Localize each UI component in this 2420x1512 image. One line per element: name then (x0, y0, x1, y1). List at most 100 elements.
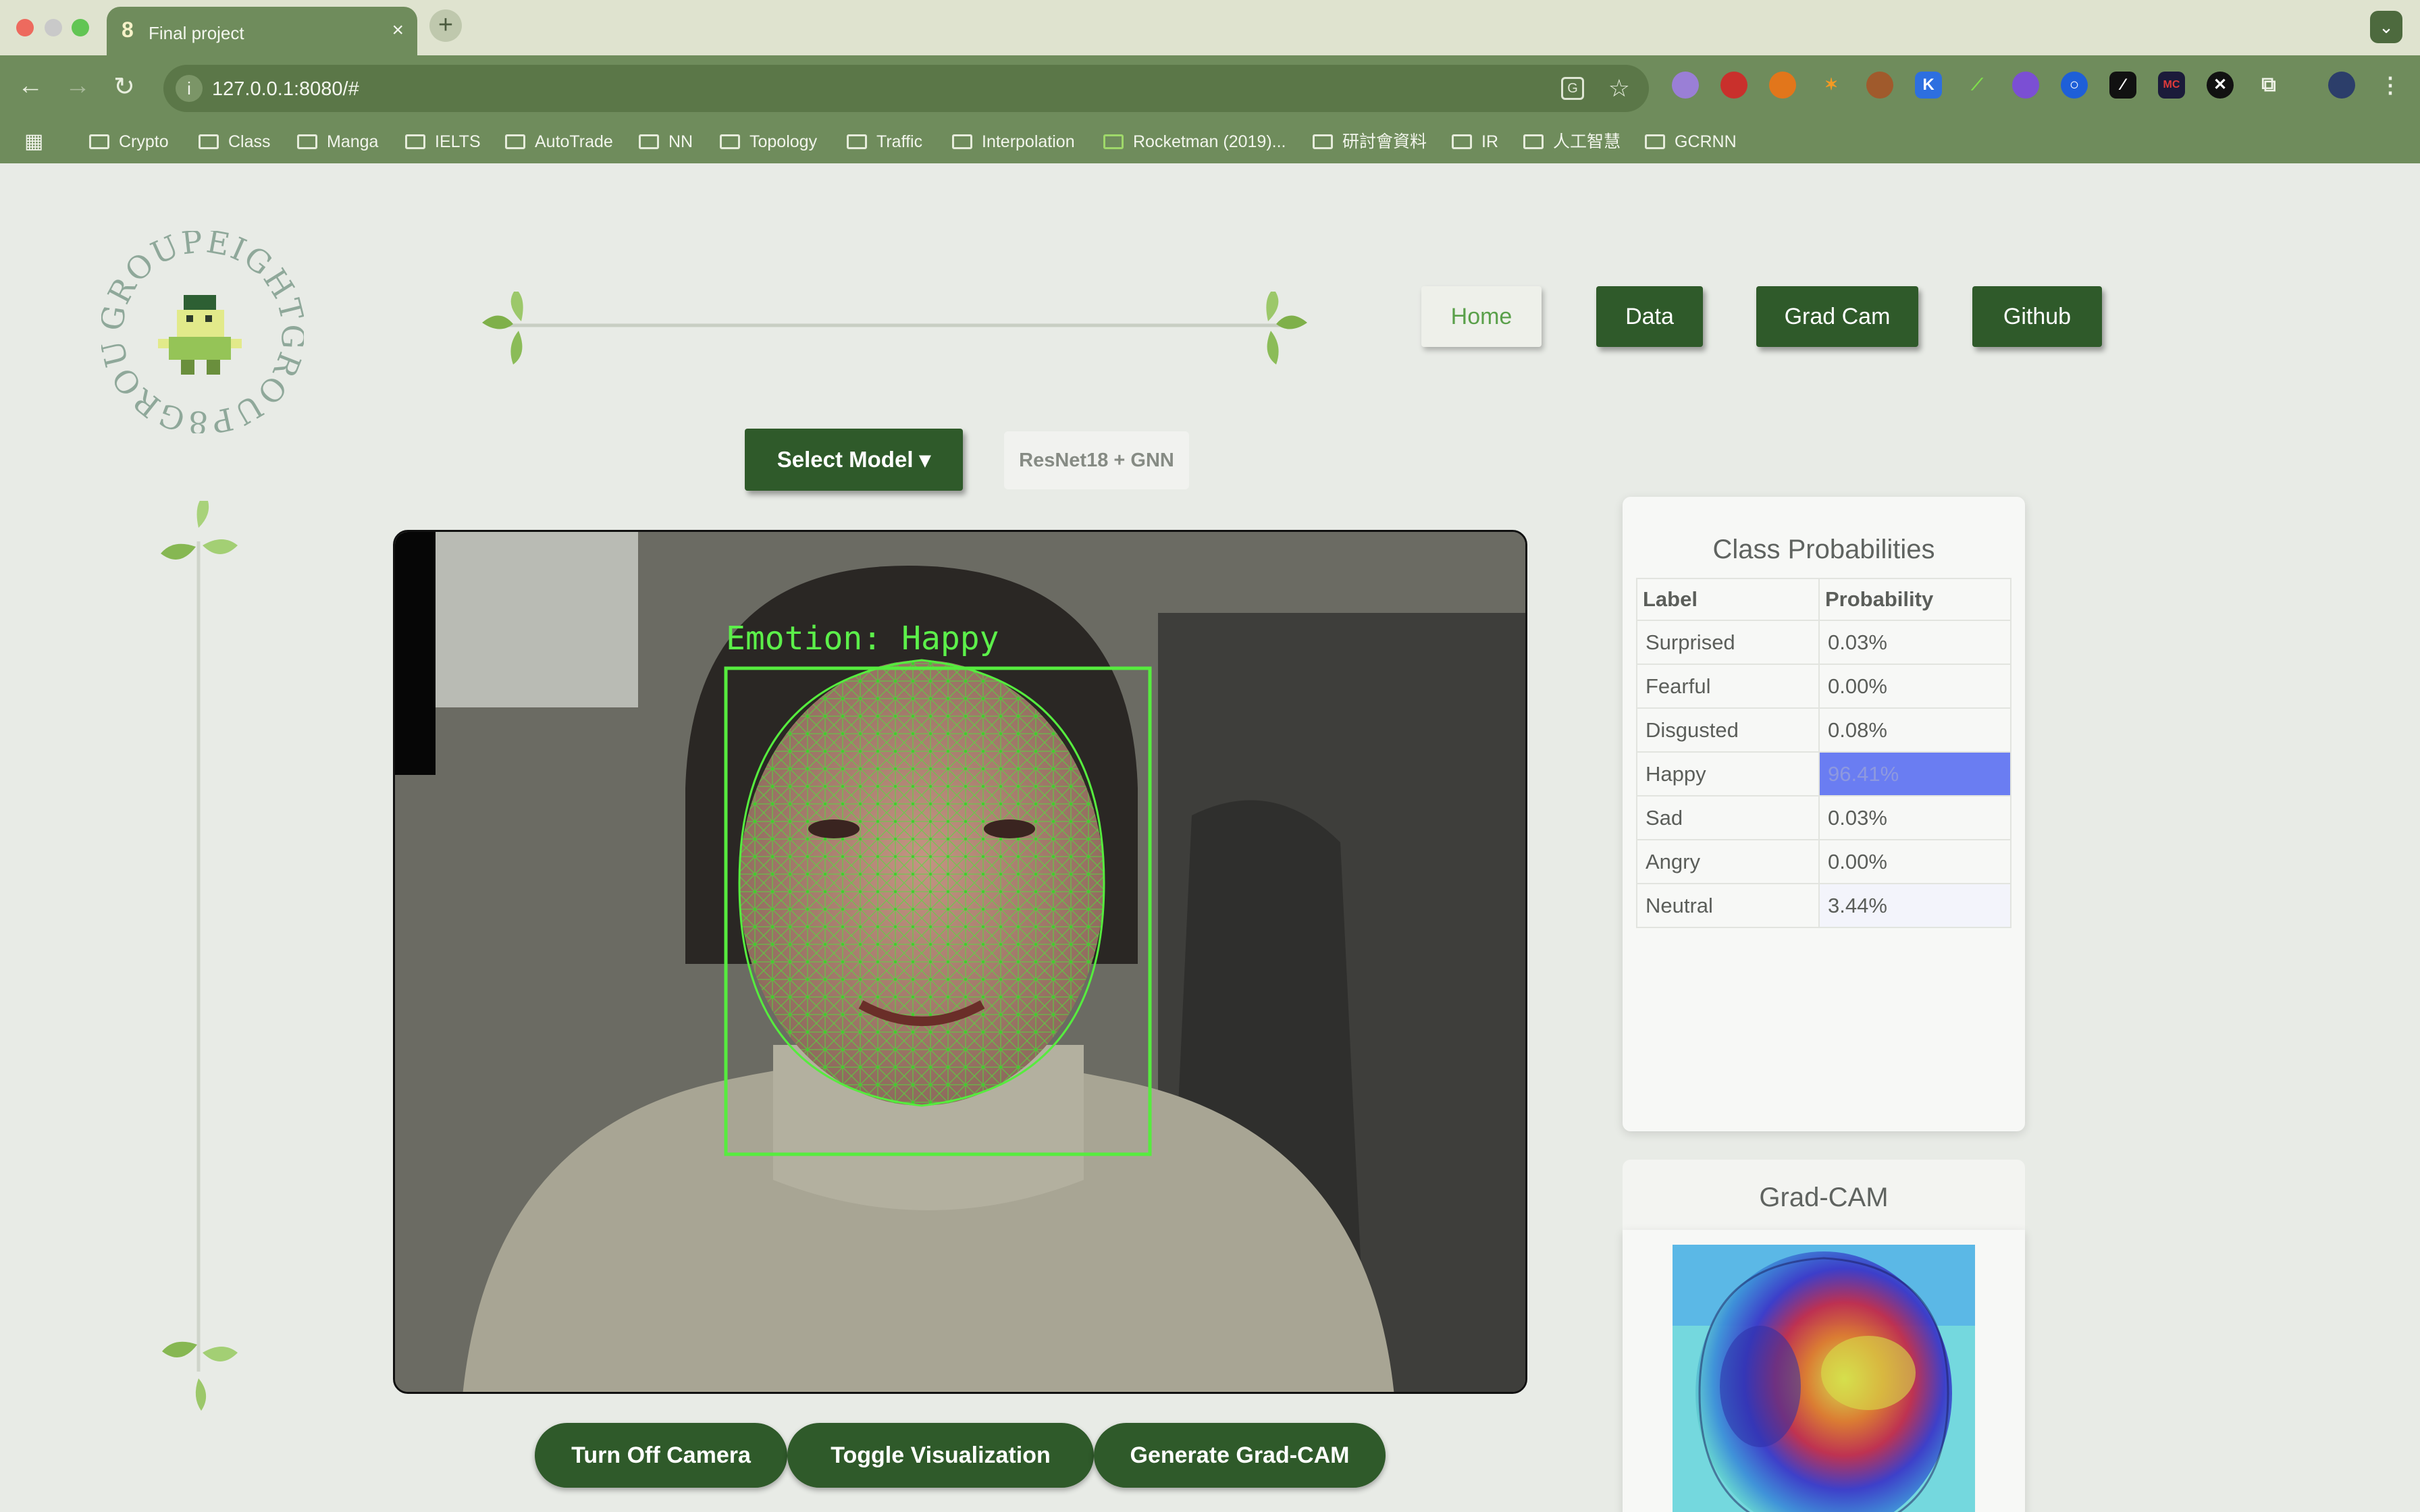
turn-off-camera-button[interactable]: Turn Off Camera (535, 1423, 787, 1488)
bookmark-rocketman[interactable]: Rocketman (2019)... (1103, 128, 1286, 155)
row-value: 0.00% (1818, 664, 2011, 709)
table-header-row: Label Probability (1636, 578, 2011, 621)
row-label: Angry (1636, 839, 1820, 884)
metamask-icon[interactable] (1769, 72, 1796, 99)
extension-icon-4[interactable]: ✶ (1818, 72, 1845, 99)
generate-gradcam-button[interactable]: Generate Grad-CAM (1094, 1423, 1386, 1488)
browser-tab-active[interactable]: 8 Final project × (107, 7, 417, 55)
close-window-button[interactable] (16, 19, 34, 36)
group-logo: GROUPEIGHTGROUP8GROUP8 (101, 231, 304, 433)
bookmark-ai[interactable]: 人工智慧 (1523, 128, 1621, 155)
back-icon[interactable]: ← (18, 72, 43, 101)
bookmark-crypto[interactable]: Crypto (89, 128, 169, 155)
folder-icon (847, 134, 867, 149)
webcam-frame (395, 532, 1525, 1392)
table-row-highlighted: Happy 96.41% (1636, 751, 2011, 796)
extensions-puzzle-icon[interactable]: ⧉ (2255, 72, 2282, 99)
extension-icon-8[interactable] (2012, 72, 2039, 99)
reload-icon[interactable]: ↻ (113, 72, 135, 102)
gradcam-title: Grad-CAM (1759, 1183, 1889, 1212)
browser-menu-icon[interactable]: ⋮ (2377, 72, 2404, 99)
emotion-label: Emotion: Happy (726, 620, 999, 657)
extension-icon-9[interactable]: ○ (2061, 72, 2088, 99)
url-text[interactable]: 127.0.0.1:8080/# (212, 78, 359, 101)
bookmark-gcrnn[interactable]: GCRNN (1645, 128, 1737, 155)
header-label: Label (1636, 578, 1820, 621)
webcam-feed: Emotion: Happy (393, 530, 1527, 1394)
bookmark-manga[interactable]: Manga (297, 128, 378, 155)
extension-icon-10[interactable]: ⁄ (2109, 72, 2136, 99)
row-value: 3.44% (1818, 883, 2011, 928)
folder-icon (89, 134, 109, 149)
browser-toolbar: ← → ↻ i 127.0.0.1:8080/# G ☆ ✶ K ⟋ ○ ⁄ M… (0, 55, 2420, 163)
folder-icon (297, 134, 317, 149)
folder-icon (1452, 134, 1472, 149)
address-bar[interactable]: i 127.0.0.1:8080/# G ☆ (163, 65, 1649, 112)
new-tab-button[interactable]: + (429, 9, 462, 42)
tab-favicon: 8 (122, 18, 134, 42)
current-model-badge: ResNet18 + GNN (1004, 431, 1189, 489)
folder-icon (1645, 134, 1665, 149)
bookmark-topology[interactable]: Topology (720, 128, 817, 155)
folder-icon (1313, 134, 1333, 149)
select-model-dropdown[interactable]: Select Model ▾ (745, 429, 963, 491)
class-probabilities-title: Class Probabilities (1712, 535, 1935, 564)
nav-home-button[interactable]: Home (1421, 286, 1542, 347)
minimize-window-button[interactable] (45, 19, 62, 36)
class-probabilities-card: Class Probabilities Label Probability Su… (1623, 497, 2025, 1131)
toggle-visualization-button[interactable]: Toggle Visualization (787, 1423, 1094, 1488)
bookmark-nn[interactable]: NN (639, 128, 693, 155)
folder-icon (1523, 134, 1544, 149)
row-value-highlighted: 96.41% (1818, 751, 2011, 796)
tab-title: Final project (149, 23, 244, 43)
row-label: Happy (1636, 751, 1820, 796)
gradcam-heatmap-image (1673, 1245, 1975, 1512)
folder-icon (639, 134, 659, 149)
bookmark-ielts[interactable]: IELTS (405, 128, 481, 155)
bookmark-seminar[interactable]: 研討會資料 (1313, 128, 1427, 155)
row-label: Fearful (1636, 664, 1820, 709)
bookmark-class[interactable]: Class (199, 128, 271, 155)
table-row: Neutral 3.44% (1636, 883, 2011, 928)
tab-close-icon[interactable]: × (392, 19, 404, 42)
folder-icon (199, 134, 219, 149)
row-label: Sad (1636, 795, 1820, 840)
nav-github-button[interactable]: Github (1972, 286, 2102, 347)
extension-mc-icon[interactable]: MC (2158, 72, 2185, 99)
decorative-vine-vertical (161, 501, 238, 1411)
bookmarks-bar: ▦ Crypto Class Manga IELTS AutoTrade NN … (0, 123, 2420, 163)
profile-avatar[interactable] (2328, 72, 2355, 99)
probabilities-table: Label Probability Surprised 0.03% Fearful… (1636, 578, 2011, 928)
tab-search-button[interactable]: ⌄ (2370, 11, 2402, 43)
extension-icon-5[interactable] (1866, 72, 1893, 99)
row-value: 0.00% (1818, 839, 2011, 884)
folder-icon (720, 134, 740, 149)
apps-grid-icon[interactable]: ▦ (24, 128, 43, 155)
nav-data-button[interactable]: Data (1596, 286, 1703, 347)
extension-x-icon[interactable]: ✕ (2207, 72, 2234, 99)
site-info-icon[interactable]: i (176, 75, 203, 102)
extension-icon-1[interactable] (1672, 72, 1699, 99)
gradcam-card-header: Grad-CAM (1623, 1160, 2025, 1234)
gradcam-card-body (1623, 1230, 2025, 1512)
bookmark-autotrade[interactable]: AutoTrade (505, 128, 613, 155)
chart-extension-icon[interactable]: ⟋ (1964, 72, 1991, 99)
row-label: Surprised (1636, 620, 1820, 665)
bookmark-traffic[interactable]: Traffic (847, 128, 922, 155)
bookmark-star-icon[interactable]: ☆ (1608, 74, 1630, 103)
translate-icon[interactable]: G (1561, 77, 1584, 100)
row-value: 0.03% (1818, 620, 2011, 665)
folder-icon (505, 134, 525, 149)
extension-k-icon[interactable]: K (1915, 72, 1942, 99)
folder-icon (405, 134, 425, 149)
forward-icon[interactable]: → (65, 72, 90, 101)
image-bookmark-icon (1103, 134, 1124, 149)
extension-icon-2[interactable] (1720, 72, 1747, 99)
bookmark-ir[interactable]: IR (1452, 128, 1498, 155)
browser-tab-bar: 8 Final project × + ⌄ (0, 0, 2420, 55)
bookmark-interpolation[interactable]: Interpolation (952, 128, 1075, 155)
nav-gradcam-button[interactable]: Grad Cam (1756, 286, 1918, 347)
table-row: Fearful 0.00% (1636, 664, 2011, 709)
table-row: Surprised 0.03% (1636, 620, 2011, 665)
maximize-window-button[interactable] (72, 19, 89, 36)
